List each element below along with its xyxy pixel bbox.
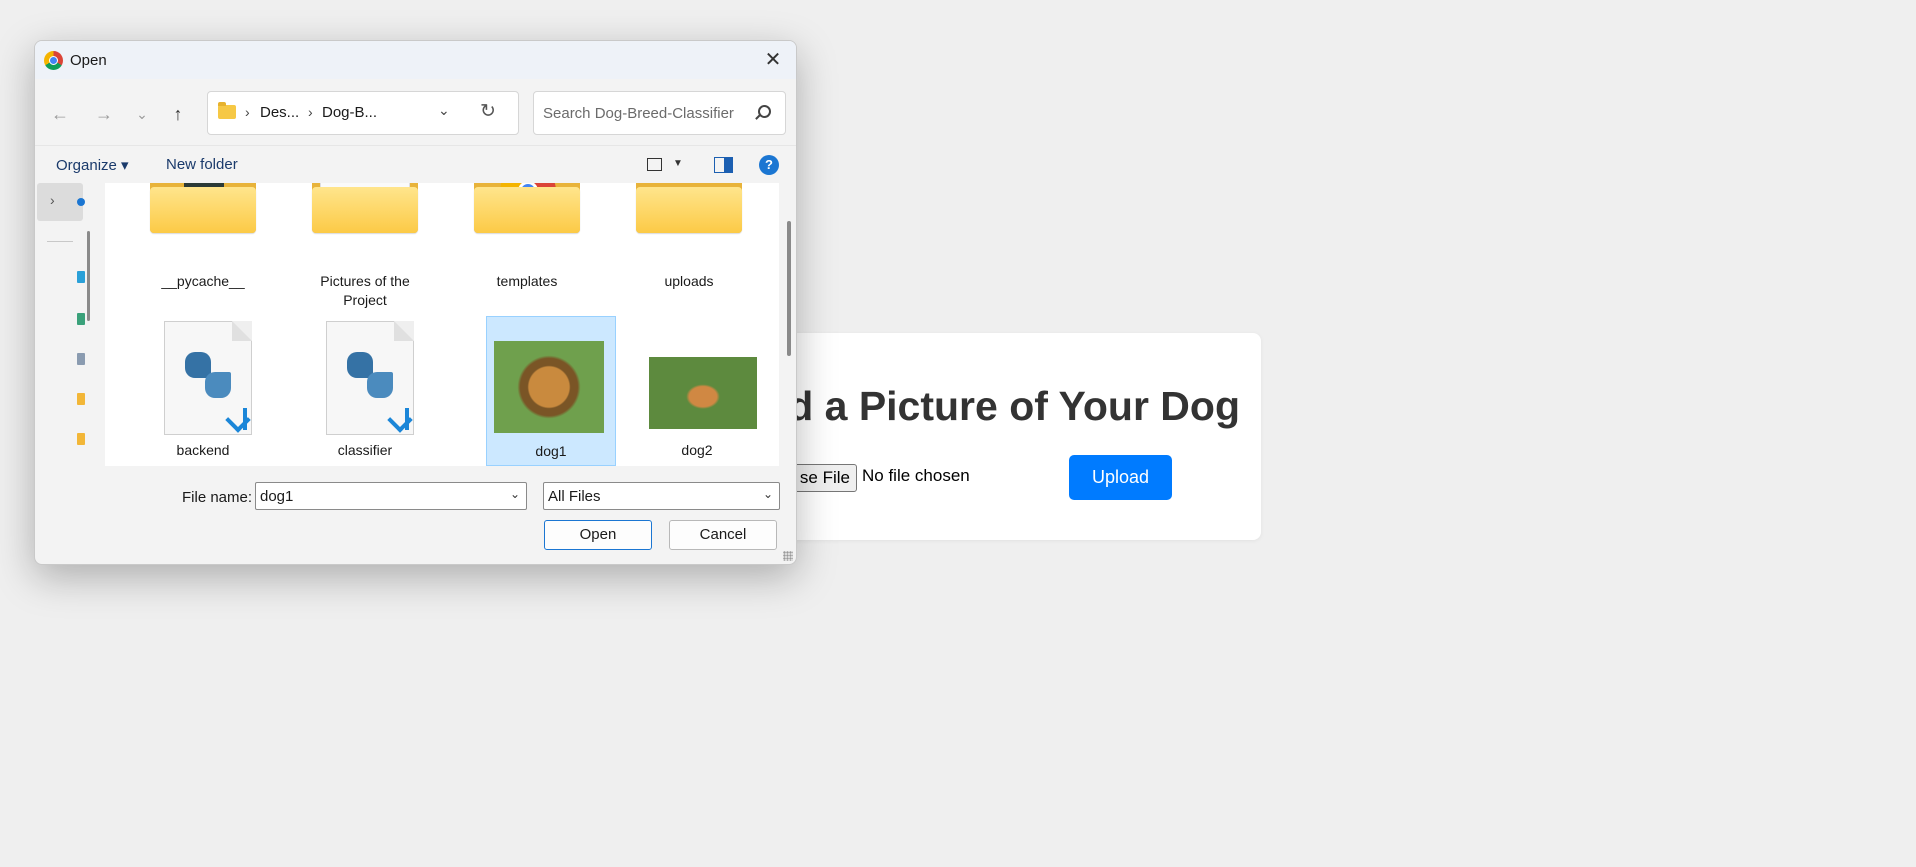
nav-item-icon[interactable] (77, 271, 85, 283)
python-file-icon (326, 321, 414, 435)
new-folder-button[interactable]: New folder (166, 156, 238, 173)
breadcrumb-dog-breed[interactable]: Dog-B... (322, 104, 377, 121)
breadcrumb-separator: › (245, 104, 250, 120)
vertical-scrollbar[interactable] (787, 221, 791, 356)
preview-pane-icon[interactable] (714, 157, 733, 173)
refresh-icon[interactable]: ↻ (480, 100, 496, 123)
no-file-text: No file chosen (862, 466, 970, 485)
cancel-button[interactable]: Cancel (669, 520, 777, 550)
chevron-down-icon[interactable]: ⌄ (510, 487, 520, 501)
recent-locations-chevron-icon[interactable]: ⌄ (127, 99, 157, 129)
vscode-icon (227, 408, 249, 430)
resize-grip-icon[interactable] (783, 551, 793, 561)
list-item[interactable]: classifier (300, 315, 430, 465)
title-bar: Open ✕ (35, 41, 796, 79)
breadcrumb-separator: › (308, 104, 313, 120)
file-name: classifier (337, 442, 393, 458)
open-file-dialog: Open ✕ ← → ⌄ ↑ › Des... › Dog-B... ⌄ ↻ S… (34, 40, 797, 565)
breadcrumb-desktop[interactable]: Des... (260, 104, 299, 121)
list-item[interactable]: Pictures of the Project (300, 183, 430, 313)
address-bar[interactable]: › Des... › Dog-B... ⌄ ↻ (207, 91, 519, 135)
nav-item-icon[interactable] (77, 433, 85, 445)
view-mode-icon[interactable] (647, 158, 662, 171)
file-type-value: All Files (548, 488, 601, 505)
list-item[interactable]: uploads (624, 183, 754, 313)
page-heading: d a Picture of Your Dog (788, 383, 1240, 429)
nav-item-icon[interactable] (77, 353, 85, 365)
upload-card (770, 333, 1261, 540)
nav-item-selected[interactable]: › (37, 183, 85, 221)
forward-arrow-icon[interactable]: → (89, 99, 119, 129)
file-name: Pictures of the Project (320, 273, 410, 308)
list-item[interactable]: dog2 (632, 315, 762, 465)
navigation-pane: › (35, 183, 85, 466)
list-item[interactable]: __pycache__ (138, 183, 268, 313)
file-name-input[interactable]: dog1 (260, 488, 293, 505)
search-icon[interactable] (758, 105, 771, 118)
chevron-down-icon[interactable]: ⌄ (763, 487, 773, 501)
folder-icon (218, 102, 236, 119)
list-item[interactable]: backend (138, 315, 268, 465)
view-dropdown-icon[interactable]: ▼ (673, 158, 683, 169)
nav-scrollbar[interactable] (87, 231, 90, 321)
nav-item-icon[interactable] (77, 393, 85, 405)
file-name-label: File name: (182, 489, 253, 506)
file-name: templates (496, 273, 558, 289)
file-name: dog1 (535, 443, 567, 459)
file-type-select[interactable]: All Files ⌄ (543, 482, 780, 510)
up-arrow-icon[interactable]: ↑ (163, 99, 193, 129)
python-file-icon (164, 321, 252, 435)
list-item[interactable]: templates (462, 183, 592, 313)
command-bar: Organize ▾ New folder ▼ ? (35, 145, 796, 183)
dialog-title: Open (70, 52, 107, 69)
back-arrow-icon[interactable]: ← (45, 99, 75, 129)
organize-button[interactable]: Organize ▾ (56, 156, 129, 174)
upload-button[interactable]: Upload (1069, 455, 1172, 500)
file-name-field[interactable]: dog1 ⌄ (255, 482, 527, 510)
nav-item-icon[interactable] (77, 313, 85, 325)
nav-divider (47, 241, 73, 242)
file-name: __pycache__ (161, 273, 245, 289)
list-item-selected[interactable]: dog1 (486, 316, 616, 466)
dog-image-thumbnail (494, 341, 604, 433)
help-icon[interactable]: ? (759, 155, 779, 175)
close-button[interactable]: ✕ (758, 46, 788, 74)
file-list: __pycache__ Pictures of the Project temp… (105, 183, 779, 466)
onedrive-icon (77, 198, 85, 206)
file-name: dog2 (681, 442, 713, 458)
chrome-icon (44, 51, 63, 70)
file-name: backend (176, 442, 230, 458)
search-input[interactable]: Search Dog-Breed-Classifier (543, 105, 734, 122)
search-box[interactable]: Search Dog-Breed-Classifier (533, 91, 786, 135)
address-dropdown-chevron-icon[interactable]: ⌄ (438, 102, 450, 119)
expand-chevron-icon[interactable]: › (50, 192, 55, 208)
open-button[interactable]: Open (544, 520, 652, 550)
file-name: uploads (664, 273, 714, 289)
vscode-icon (389, 408, 411, 430)
dog-image-thumbnail (649, 357, 757, 429)
